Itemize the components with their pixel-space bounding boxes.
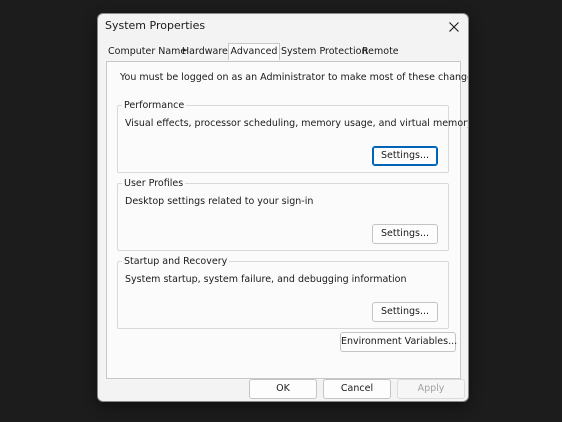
user-profiles-label: User Profiles [122, 178, 186, 189]
tab-hardware[interactable]: Hardware [182, 46, 228, 60]
tab-system-protection[interactable]: System Protection [281, 46, 368, 60]
advanced-tab-panel: You must be logged on as an Administrato… [106, 61, 468, 379]
tab-strip: Computer Name Hardware Advanced System P… [106, 43, 462, 61]
startup-recovery-description: System startup, system failure, and debu… [125, 274, 407, 285]
ok-button[interactable]: OK [249, 379, 317, 399]
performance-label: Performance [122, 100, 187, 111]
tab-remote[interactable]: Remote [362, 46, 399, 60]
close-button[interactable] [444, 17, 464, 37]
cancel-button[interactable]: Cancel [323, 379, 391, 399]
performance-description: Visual effects, processor scheduling, me… [125, 118, 469, 129]
user-profiles-settings-button[interactable]: Settings... [372, 224, 438, 244]
tab-advanced[interactable]: Advanced [228, 43, 280, 60]
performance-settings-button[interactable]: Settings... [372, 146, 438, 166]
dialog-footer: OK Cancel Apply [98, 376, 468, 401]
apply-button[interactable]: Apply [397, 379, 465, 399]
close-icon [449, 22, 459, 32]
system-properties-dialog: System Properties Computer Name Hardware… [97, 13, 469, 402]
user-profiles-description: Desktop settings related to your sign-in [125, 196, 314, 207]
startup-recovery-settings-button[interactable]: Settings... [372, 302, 438, 322]
title-bar: System Properties [98, 14, 468, 40]
admin-note: You must be logged on as an Administrato… [120, 72, 469, 83]
environment-variables-button[interactable]: Environment Variables... [340, 332, 457, 352]
startup-recovery-label: Startup and Recovery [122, 256, 230, 267]
tab-computer-name[interactable]: Computer Name [108, 46, 186, 60]
window-title: System Properties [105, 19, 206, 32]
user-profiles-group: User Profiles Desktop settings related t… [117, 178, 449, 251]
startup-recovery-group: Startup and Recovery System startup, sys… [117, 256, 449, 329]
performance-group: Performance Visual effects, processor sc… [117, 100, 468, 173]
